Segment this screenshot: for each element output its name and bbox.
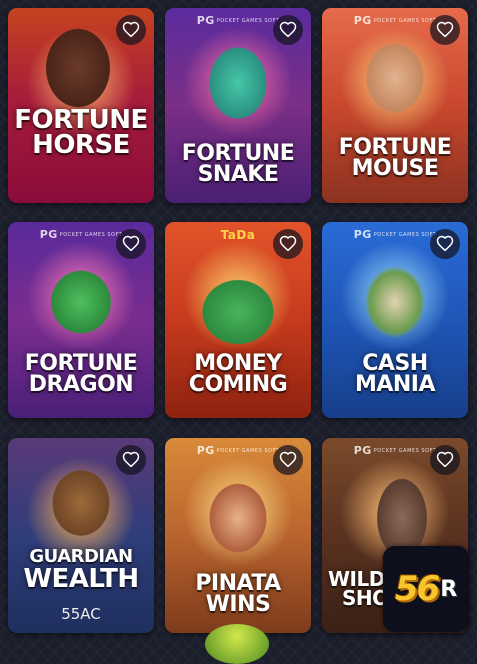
favorite-button[interactable]: [273, 445, 303, 475]
favorite-button[interactable]: [273, 229, 303, 259]
heart-outline-icon: [279, 235, 297, 252]
floating-action-ball[interactable]: [205, 624, 269, 664]
game-title: FORTUNE SNAKE: [181, 141, 295, 187]
game-title: FORTUNE DRAGON: [24, 351, 138, 397]
favorite-button[interactable]: [430, 445, 460, 475]
heart-outline-icon: [122, 235, 140, 252]
game-title: GUARDIAN WEALTH: [23, 546, 139, 595]
game-card-guardian-wealth[interactable]: GUARDIAN WEALTH 55AC: [8, 438, 154, 633]
game-card-fortune-mouse[interactable]: PG POCKET GAMES SOFT FORTUNE MOUSE: [322, 8, 468, 203]
game-card-money-coming[interactable]: TaDa MONEY COMING: [165, 222, 311, 418]
game-title: CASH MANIA: [354, 351, 436, 397]
favorite-button[interactable]: [430, 15, 460, 45]
game-card-fortune-horse[interactable]: FORTUNE HORSE: [8, 8, 154, 203]
game-code: 55AC: [61, 605, 101, 623]
favorite-button[interactable]: [116, 445, 146, 475]
heart-outline-icon: [436, 21, 454, 38]
favorite-button[interactable]: [273, 15, 303, 45]
favorite-button[interactable]: [116, 229, 146, 259]
site-logo-56r[interactable]: 56 R: [383, 546, 469, 632]
game-card-fortune-snake[interactable]: PG POCKET GAMES SOFT FORTUNE SNAKE: [165, 8, 311, 203]
game-title: MONEY COMING: [188, 351, 288, 397]
heart-outline-icon: [436, 451, 454, 468]
heart-outline-icon: [279, 451, 297, 468]
game-title: PINATA WINS: [195, 571, 281, 617]
heart-outline-icon: [436, 235, 454, 252]
game-title: FORTUNE MOUSE: [338, 135, 452, 181]
game-card-pinata-wins[interactable]: PG POCKET GAMES SOFT PINATA WINS: [165, 438, 311, 633]
heart-outline-icon: [122, 21, 140, 38]
heart-outline-icon: [279, 21, 297, 38]
heart-outline-icon: [122, 451, 140, 468]
favorite-button[interactable]: [116, 15, 146, 45]
favorite-button[interactable]: [430, 229, 460, 259]
game-card-cash-mania[interactable]: PG POCKET GAMES SOFT CASH MANIA: [322, 222, 468, 418]
game-card-fortune-dragon[interactable]: PG POCKET GAMES SOFT FORTUNE DRAGON: [8, 222, 154, 418]
game-title: FORTUNE HORSE: [14, 105, 148, 160]
